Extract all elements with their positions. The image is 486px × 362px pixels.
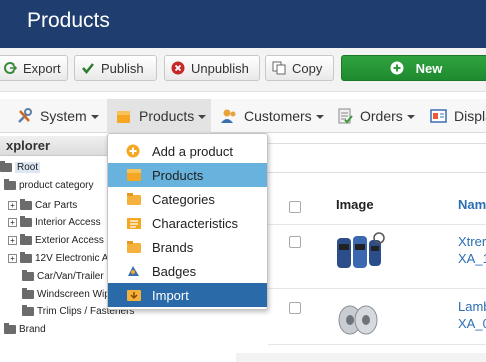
product-thumbnail[interactable] <box>336 302 380 338</box>
menu-item-badges[interactable]: Badges <box>108 259 267 283</box>
products-box-icon <box>126 168 142 182</box>
checkmark-icon <box>81 61 95 75</box>
product-name-link[interactable]: Lamb XA_0 <box>458 298 486 332</box>
folder-icon <box>126 192 142 206</box>
tree-root[interactable]: Root <box>0 159 41 175</box>
menu-item-categories[interactable]: Categories <box>108 187 267 211</box>
unpublish-label: Unpublish <box>191 60 249 76</box>
folder-icon <box>4 178 16 190</box>
copy-icon <box>272 61 286 75</box>
new-button[interactable]: New <box>341 55 486 81</box>
orders-icon <box>336 108 354 124</box>
select-all-checkbox[interactable] <box>289 201 301 213</box>
menu-display-label: Displa <box>454 108 486 124</box>
menu-item-add-product[interactable]: Add a product <box>108 139 267 163</box>
menu-customers-label: Customers <box>244 108 312 124</box>
menu-item-brands[interactable]: Brands <box>108 235 267 259</box>
tree-item-label: 12V Electronic A <box>35 252 109 264</box>
row-checkbox[interactable] <box>289 236 301 248</box>
expand-icon[interactable]: + <box>8 235 17 245</box>
export-icon <box>3 61 18 75</box>
tree-item-label: Brand <box>19 323 46 335</box>
products-dropdown-menu: Add a product Products Categories Charac… <box>107 133 268 310</box>
menu-system[interactable]: System <box>16 99 99 133</box>
customers-icon <box>220 108 238 124</box>
folder-icon <box>22 287 34 299</box>
product-name-link[interactable]: Xtrer XA_1 <box>458 233 486 267</box>
export-label: Export <box>23 60 61 76</box>
row-checkbox[interactable] <box>289 302 301 314</box>
tree-item[interactable]: + 12V Electronic A <box>8 250 108 266</box>
tree-item-label: Interior Access <box>35 216 101 228</box>
grid-filter-bar[interactable] <box>268 143 486 173</box>
product-thumbnail[interactable] <box>333 230 387 276</box>
menu-products-label: Products <box>139 108 195 124</box>
title-bar: Products <box>0 0 486 48</box>
new-label: New <box>415 60 443 76</box>
folder-icon <box>20 198 32 210</box>
products-box-icon <box>115 108 133 124</box>
caret-down-icon <box>315 115 324 119</box>
copy-button[interactable]: Copy <box>265 55 334 81</box>
tree-item-label: product category <box>19 179 94 191</box>
grid-footer <box>236 353 486 362</box>
menu-orders-label: Orders <box>360 108 403 124</box>
menu-item-characteristics[interactable]: Characteristics <box>108 211 267 235</box>
tree-item-label: Exterior Access <box>35 234 104 246</box>
publish-label: Publish <box>101 60 144 76</box>
caret-down-icon <box>90 115 99 119</box>
folder-icon <box>4 322 16 334</box>
tree-item[interactable]: + Car Parts <box>8 197 77 213</box>
caret-down-icon <box>406 115 415 119</box>
tree-root-label: Root <box>15 161 41 173</box>
expand-icon[interactable]: + <box>8 217 17 227</box>
explorer-header: xplorer <box>0 136 120 156</box>
unpublish-button[interactable]: Unpublish <box>164 55 260 81</box>
menu-customers[interactable]: Customers <box>220 99 324 133</box>
characteristics-icon <box>126 216 142 230</box>
tree-item[interactable]: Windscreen Wip <box>22 286 110 302</box>
menu-products[interactable]: Products <box>107 99 211 133</box>
caret-down-icon <box>198 115 207 119</box>
column-header-image: Image <box>336 197 374 212</box>
folder-icon <box>20 215 32 227</box>
unpublish-icon <box>171 61 185 75</box>
tree-item[interactable]: Car/Van/Trailer <box>22 268 104 284</box>
display-icon <box>430 108 448 124</box>
main-menu: System Products Customers Orders Displa <box>0 99 486 133</box>
expand-icon[interactable]: + <box>8 200 17 210</box>
folder-icon <box>22 304 34 316</box>
folder-icon <box>22 269 34 281</box>
page-title: Products <box>27 9 110 32</box>
tree-item[interactable]: + Interior Access <box>8 214 101 230</box>
column-header-name[interactable]: Nam <box>458 197 486 212</box>
menu-display[interactable]: Displa <box>430 99 486 133</box>
export-button[interactable]: Export <box>0 55 68 81</box>
folder-icon <box>20 233 32 245</box>
menu-system-label: System <box>40 108 87 124</box>
add-circle-icon <box>126 144 142 158</box>
badge-icon <box>126 264 142 278</box>
import-icon <box>126 288 142 302</box>
tree-item-label: Car Parts <box>35 199 78 211</box>
menu-orders[interactable]: Orders <box>336 99 415 133</box>
menu-item-import[interactable]: Import <box>108 283 267 307</box>
tree-item-product-category[interactable]: product category <box>4 177 94 193</box>
plus-icon <box>390 61 404 75</box>
folder-icon <box>20 251 32 263</box>
tree-item-label: Windscreen Wip <box>37 288 110 300</box>
tree-item-brand[interactable]: Brand <box>4 321 46 337</box>
folder-icon <box>126 240 142 254</box>
tree-item-label: Car/Van/Trailer <box>37 270 104 282</box>
toolbar: Export Publish Unpublish Copy New <box>0 48 486 92</box>
publish-button[interactable]: Publish <box>74 55 157 81</box>
expand-icon[interactable]: + <box>8 253 17 263</box>
tree-item[interactable]: + Exterior Access <box>8 232 104 248</box>
copy-label: Copy <box>292 60 323 76</box>
menu-item-products[interactable]: Products <box>108 163 267 187</box>
folder-icon <box>0 160 12 172</box>
wrench-icon <box>16 108 34 124</box>
